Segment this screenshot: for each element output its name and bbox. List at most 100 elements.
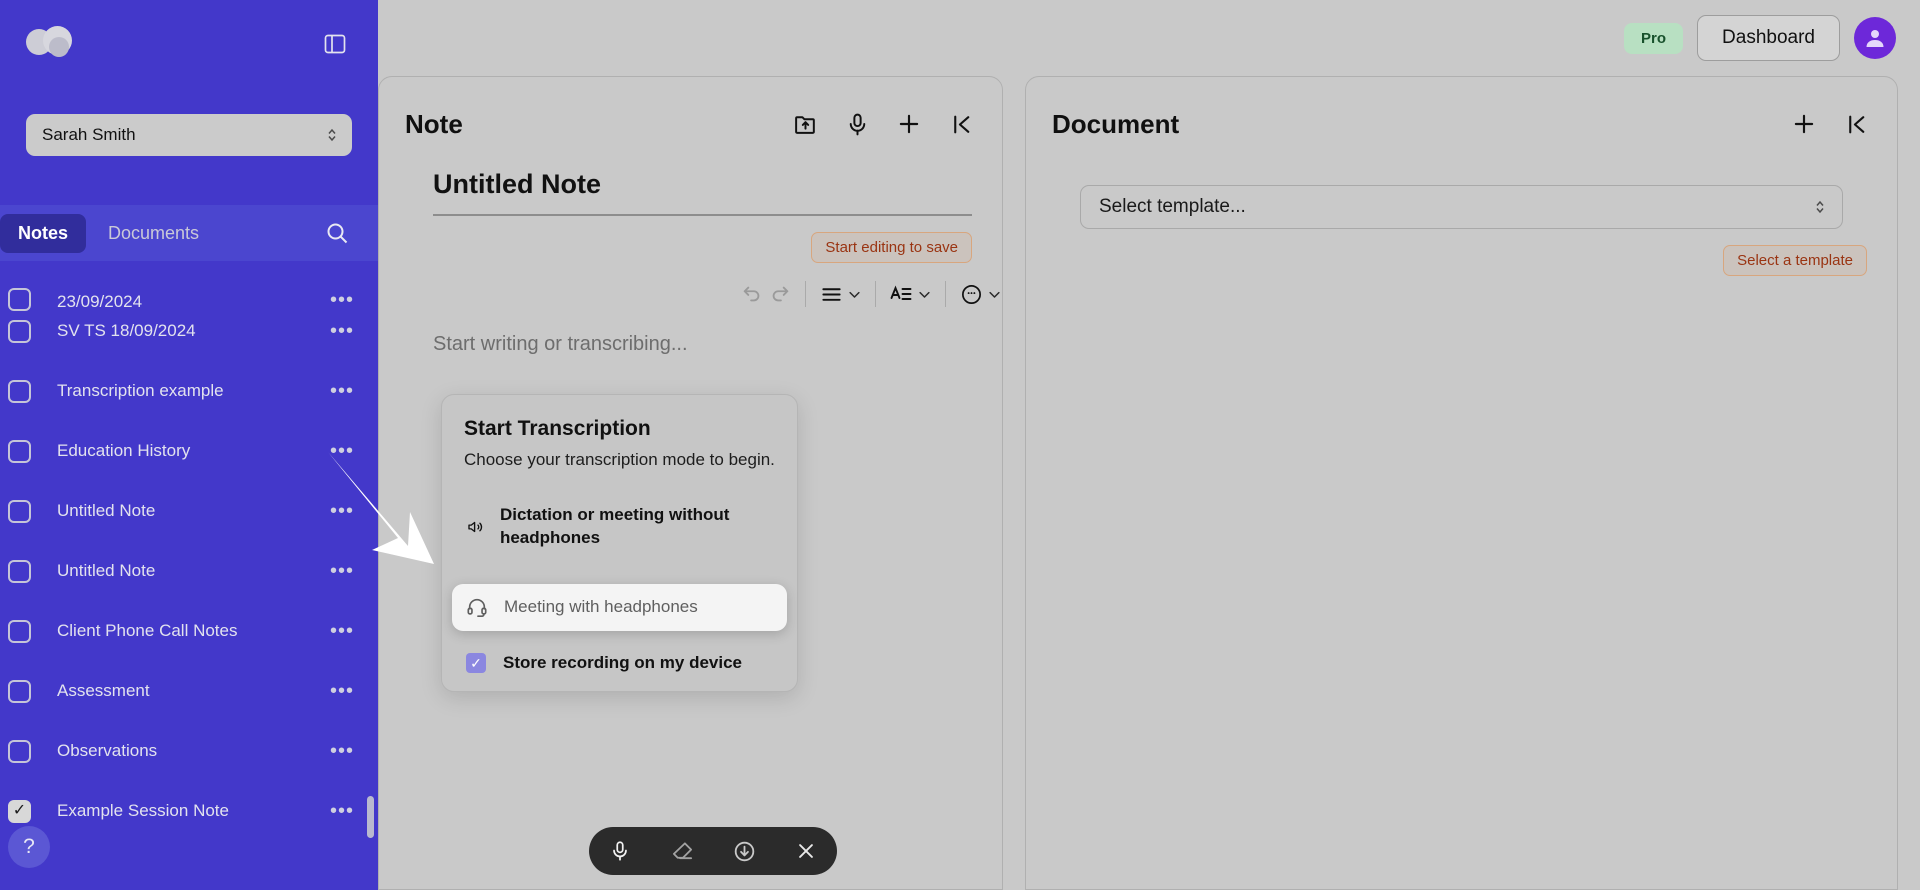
sidebar-top: Sarah Smith (0, 0, 378, 205)
document-editor-toolbar (1026, 276, 1898, 324)
avatar-person-icon (1863, 26, 1887, 50)
panel-toggle-icon[interactable] (318, 27, 352, 61)
template-select[interactable]: Select template... (1080, 185, 1843, 229)
note-item-menu-icon[interactable]: ••• (326, 500, 358, 523)
collapse-left-icon[interactable] (1841, 109, 1871, 139)
text-format-dropdown-caret-icon[interactable] (917, 277, 932, 311)
plus-icon[interactable] (1789, 109, 1819, 139)
plus-icon[interactable] (894, 109, 924, 139)
transcription-option-dictation[interactable]: Dictation or meeting without headphones (452, 492, 787, 562)
dialog-heading: Start Transcription (442, 417, 797, 441)
editor-placeholder[interactable]: Start writing or transcribing... (379, 311, 1002, 356)
search-icon[interactable] (320, 216, 354, 250)
note-checkbox[interactable] (8, 500, 31, 523)
microphone-icon[interactable] (600, 831, 640, 871)
note-checkbox[interactable] (8, 680, 31, 703)
transcription-option-headphones[interactable]: Meeting with headphones (452, 584, 787, 631)
note-panel-title: Note (405, 109, 463, 140)
note-list-item[interactable]: Example Session Note••• (0, 781, 378, 841)
document-panel-header: Document (1026, 77, 1897, 149)
note-title-input[interactable]: Untitled Note (433, 169, 972, 214)
list-dropdown-caret-icon[interactable] (847, 277, 862, 311)
tab-documents[interactable]: Documents (90, 214, 217, 253)
note-list-item[interactable]: 23/09/2024••• (0, 263, 378, 301)
note-item-title: Untitled Note (57, 561, 326, 581)
note-checkbox[interactable] (8, 620, 31, 643)
note-item-menu-icon[interactable]: ••• (326, 560, 358, 583)
note-title-area: Untitled Note (379, 149, 1002, 216)
app-logo (26, 24, 72, 64)
sidebar-scrollbar[interactable] (367, 796, 374, 838)
store-recording-checkbox[interactable] (466, 653, 486, 673)
note-checkbox[interactable] (8, 380, 31, 403)
note-list-item[interactable]: Transcription example••• (0, 361, 378, 421)
user-select[interactable]: Sarah Smith (26, 114, 352, 156)
panels-container: Note (378, 76, 1920, 890)
tab-notes[interactable]: Notes (0, 214, 86, 253)
note-list-item[interactable]: Education History••• (0, 421, 378, 481)
eraser-icon[interactable] (662, 831, 702, 871)
folder-upload-icon[interactable] (790, 109, 820, 139)
sidebar: Sarah Smith Notes Documents 23/09/2024••… (0, 0, 378, 890)
note-item-menu-icon[interactable]: ••• (326, 380, 358, 403)
document-panel-title: Document (1052, 109, 1179, 140)
emoji-icon[interactable] (959, 277, 984, 311)
start-transcription-dialog: Start Transcription Choose your transcri… (441, 394, 798, 692)
note-panel-header: Note (379, 77, 1002, 149)
notes-list[interactable]: 23/09/2024•••SV TS 18/09/2024•••Transcri… (0, 261, 378, 890)
list-icon[interactable] (819, 277, 844, 311)
headset-icon (466, 596, 488, 618)
note-item-title: Transcription example (57, 381, 326, 401)
user-avatar[interactable] (1854, 17, 1896, 59)
microphone-icon[interactable] (842, 109, 872, 139)
note-item-menu-icon[interactable]: ••• (326, 740, 358, 763)
template-select-value: Select template... (1099, 196, 1246, 218)
text-format-icon[interactable] (889, 277, 914, 311)
note-item-menu-icon[interactable]: ••• (326, 800, 358, 823)
download-icon[interactable] (724, 831, 764, 871)
note-checkbox[interactable] (8, 740, 31, 763)
start-editing-to-save-badge: Start editing to save (811, 232, 972, 263)
note-checkbox[interactable] (8, 560, 31, 583)
chevron-updown-icon (1814, 198, 1826, 216)
select-a-template-badge: Select a template (1723, 245, 1867, 276)
note-list-item[interactable]: Observations••• (0, 721, 378, 781)
note-item-title: Untitled Note (57, 501, 326, 521)
app-root: Sarah Smith Notes Documents 23/09/2024••… (0, 0, 1920, 890)
sidebar-brand-row (26, 18, 352, 70)
note-save-hint-row: Start editing to save (379, 216, 1002, 263)
speaker-icon (466, 516, 484, 538)
note-panel: Note (378, 76, 1003, 890)
note-list-item[interactable]: Assessment••• (0, 661, 378, 721)
note-checkbox[interactable] (8, 800, 31, 823)
note-list-item[interactable]: SV TS 18/09/2024••• (0, 301, 378, 361)
note-editor-toolbar (379, 263, 1002, 311)
document-panel: Document (1025, 76, 1898, 890)
undo-icon[interactable] (739, 277, 764, 311)
note-item-title: Assessment (57, 681, 326, 701)
note-item-title: Example Session Note (57, 801, 326, 821)
close-icon[interactable] (786, 831, 826, 871)
collapse-left-icon[interactable] (946, 109, 976, 139)
note-panel-actions (790, 109, 976, 139)
note-item-menu-icon[interactable]: ••• (326, 680, 358, 703)
toolbar-divider (875, 281, 876, 307)
dashboard-button[interactable]: Dashboard (1697, 15, 1840, 61)
note-item-menu-icon[interactable]: ••• (326, 440, 358, 463)
emoji-dropdown-caret-icon[interactable] (987, 277, 1002, 311)
redo-icon[interactable] (767, 277, 792, 311)
note-list-item[interactable]: Untitled Note••• (0, 481, 378, 541)
note-checkbox[interactable] (8, 440, 31, 463)
store-recording-checkbox-row[interactable]: Store recording on my device (442, 631, 797, 673)
option-label: Dictation or meeting without headphones (500, 504, 773, 550)
note-item-menu-icon[interactable]: ••• (326, 320, 358, 343)
note-item-menu-icon[interactable]: ••• (326, 620, 358, 643)
note-list-item[interactable]: Client Phone Call Notes••• (0, 601, 378, 661)
note-item-title: Observations (57, 741, 326, 761)
help-button[interactable]: ? (8, 826, 50, 868)
main-area: Pro Dashboard Note (378, 0, 1920, 890)
pro-badge[interactable]: Pro (1624, 23, 1683, 54)
note-checkbox[interactable] (8, 320, 31, 343)
option-label: Meeting with headphones (504, 596, 698, 619)
note-list-item[interactable]: Untitled Note••• (0, 541, 378, 601)
